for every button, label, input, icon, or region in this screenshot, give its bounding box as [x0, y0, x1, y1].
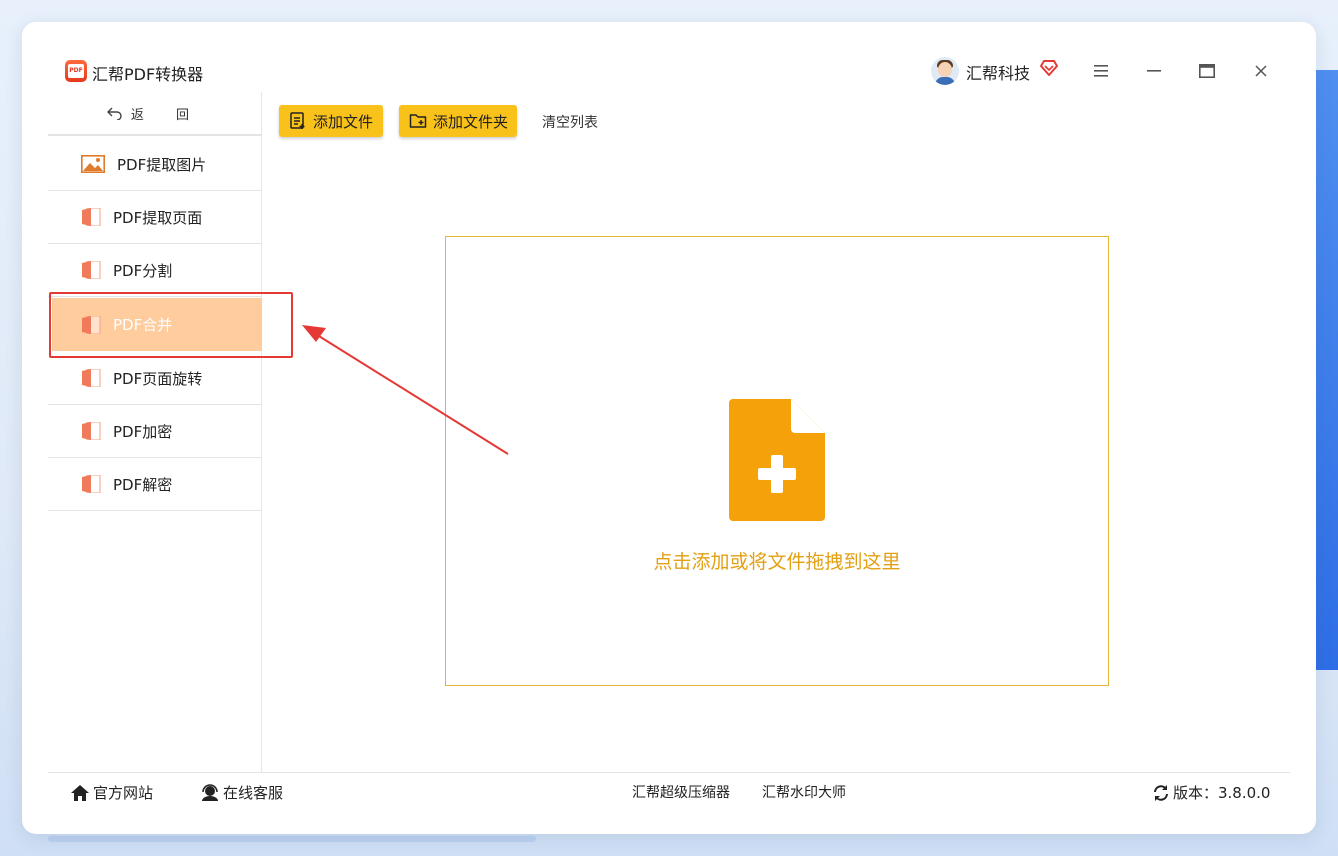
sidebar-item-label: PDF提取图片	[117, 155, 207, 174]
background-bar	[48, 836, 536, 842]
sidebar-item-decrypt[interactable]: PDF解密	[48, 458, 262, 511]
sidebar-item-label: PDF加密	[113, 422, 173, 441]
add-file-large-icon	[729, 399, 825, 521]
pdf-file-icon	[82, 475, 101, 493]
back-button[interactable]: 返 回	[48, 92, 262, 136]
add-file-icon	[290, 112, 305, 129]
sidebar-item-label: PDF页面旋转	[113, 369, 203, 388]
title-bar: PDF 汇帮PDF转换器 汇帮科技	[48, 48, 1290, 92]
compressor-link[interactable]: 汇帮超级压缩器	[632, 782, 730, 802]
background-accent	[1316, 70, 1338, 670]
customer-service-icon	[202, 783, 218, 801]
close-button[interactable]	[1248, 58, 1274, 84]
minimize-icon	[1147, 70, 1161, 72]
add-folder-button[interactable]: 添加文件夹	[399, 105, 517, 137]
sidebar-item-extract-pages[interactable]: PDF提取页面	[48, 191, 262, 244]
footer-bar: 官方网站 在线客服 汇帮超级压缩器 汇帮水印大师 版本：3.8.0.0	[48, 772, 1290, 808]
version-info[interactable]: 版本：3.8.0.0	[1152, 782, 1270, 803]
sidebar-item-extract-images[interactable]: PDF提取图片	[48, 138, 262, 191]
file-drop-zone[interactable]: 点击添加或将文件拖拽到这里	[445, 236, 1109, 686]
sidebar-item-label: PDF解密	[113, 475, 173, 494]
image-icon	[81, 155, 105, 173]
online-service-label: 在线客服	[223, 784, 284, 802]
version-label: 版本：3.8.0.0	[1173, 784, 1271, 802]
menu-icon	[1094, 65, 1108, 77]
pdf-file-icon	[82, 369, 101, 387]
sidebar-item-label: PDF提取页面	[113, 208, 203, 227]
sidebar-item-split[interactable]: PDF分割	[48, 244, 262, 297]
back-label: 返 回	[130, 107, 204, 123]
minimize-button[interactable]	[1141, 58, 1167, 84]
watermark-link[interactable]: 汇帮水印大师	[762, 782, 846, 802]
app-title: 汇帮PDF转换器	[92, 65, 204, 84]
back-arrow-icon	[106, 107, 122, 120]
vip-diamond-icon[interactable]	[1039, 58, 1059, 78]
sidebar: 返 回 PDF提取图片 PDF提取页面 PDF分割 PDF合并 PDF页面旋转 …	[48, 92, 262, 772]
add-file-label: 添加文件	[313, 112, 374, 131]
drop-zone-text: 点击添加或将文件拖拽到这里	[653, 551, 901, 573]
clear-list-button[interactable]: 清空列表	[542, 112, 598, 132]
maximize-icon	[1199, 64, 1215, 78]
menu-button[interactable]	[1088, 58, 1114, 84]
refresh-icon	[1154, 784, 1168, 801]
add-folder-label: 添加文件夹	[433, 112, 509, 131]
online-service-link[interactable]: 在线客服	[200, 782, 283, 803]
annotation-highlight-box	[49, 292, 293, 358]
close-icon	[1255, 65, 1267, 77]
add-file-button[interactable]: 添加文件	[279, 105, 383, 137]
pdf-file-icon	[82, 208, 101, 226]
maximize-button[interactable]	[1194, 58, 1220, 84]
sidebar-item-rotate[interactable]: PDF页面旋转	[48, 352, 262, 405]
home-icon	[71, 784, 89, 801]
app-frame: PDF 汇帮PDF转换器 汇帮科技 返 回 PDF提取图片 PDF提取页面 PD…	[48, 48, 1290, 808]
app-logo-icon: PDF	[65, 60, 87, 82]
official-website-label: 官方网站	[93, 784, 154, 802]
sidebar-item-label: PDF分割	[113, 261, 173, 280]
app-window: PDF 汇帮PDF转换器 汇帮科技 返 回 PDF提取图片 PDF提取页面 PD…	[22, 22, 1316, 834]
user-avatar[interactable]	[931, 57, 959, 85]
pdf-file-icon	[82, 422, 101, 440]
official-website-link[interactable]: 官方网站	[70, 782, 153, 803]
pdf-file-icon	[82, 261, 101, 279]
user-name[interactable]: 汇帮科技	[966, 60, 1030, 84]
sidebar-item-encrypt[interactable]: PDF加密	[48, 405, 262, 458]
annotation-arrow	[302, 325, 509, 455]
add-folder-icon	[409, 114, 427, 128]
